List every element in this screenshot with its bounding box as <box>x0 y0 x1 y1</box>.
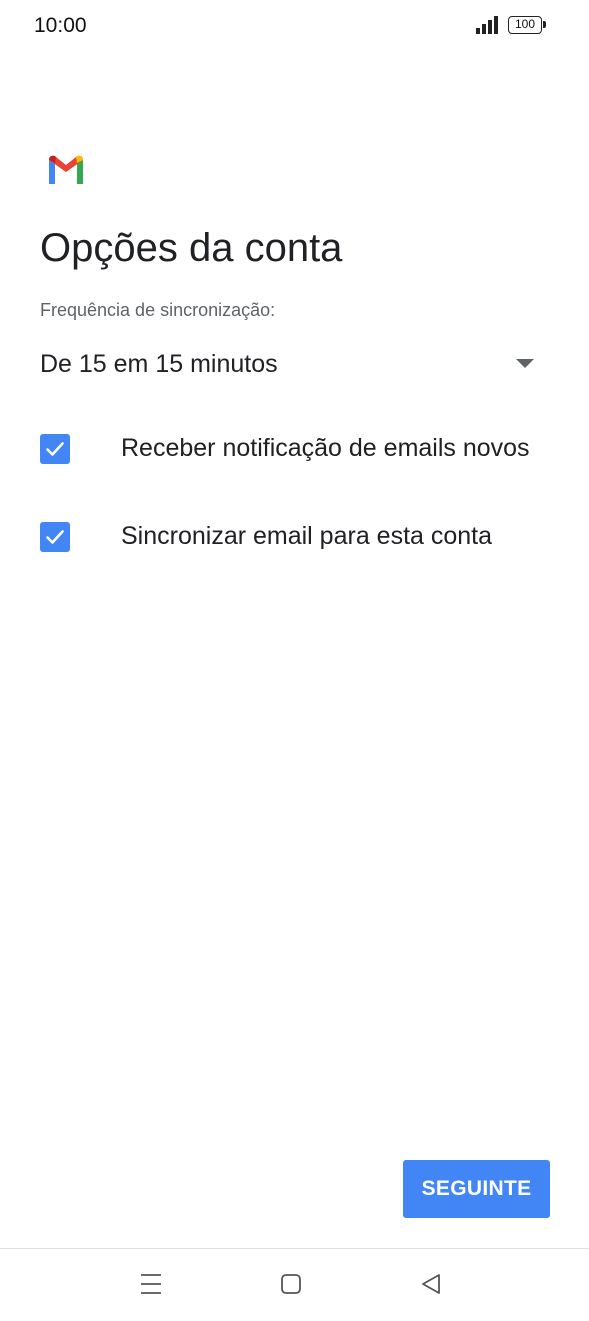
back-triangle-icon[interactable] <box>418 1271 444 1297</box>
checkbox-checked-icon <box>46 530 64 544</box>
sync-email-label: Sincronizar email para esta conta <box>121 522 493 550</box>
battery-icon: 100 <box>508 16 546 34</box>
checkbox-checked-icon <box>46 442 64 456</box>
navigation-bar <box>0 1248 589 1321</box>
notify-new-emails-checkbox[interactable] <box>40 434 70 464</box>
home-square-icon[interactable] <box>278 1271 304 1297</box>
menu-icon[interactable] <box>138 1271 164 1297</box>
gmail-logo-icon <box>49 155 83 184</box>
next-button[interactable]: SEGUINTE <box>403 1160 550 1218</box>
sync-frequency-value: De 15 em 15 minutos <box>40 350 278 378</box>
notify-new-emails-label: Receber notificação de emails novos <box>121 434 530 462</box>
signal-strength-icon <box>476 16 498 34</box>
arrow-drop-down-icon <box>516 359 534 368</box>
sync-email-option[interactable]: Sincronizar email para esta conta <box>40 510 560 564</box>
page-title: Opções da conta <box>40 226 343 270</box>
sync-frequency-select[interactable]: De 15 em 15 minutos <box>40 340 550 390</box>
sync-email-checkbox[interactable] <box>40 522 70 552</box>
status-time: 10:00 <box>34 14 87 37</box>
notify-new-emails-option[interactable]: Receber notificação de emails novos <box>40 422 560 476</box>
status-bar: 10:00 100 <box>0 0 589 56</box>
sync-frequency-label: Frequência de sincronização: <box>40 300 276 320</box>
